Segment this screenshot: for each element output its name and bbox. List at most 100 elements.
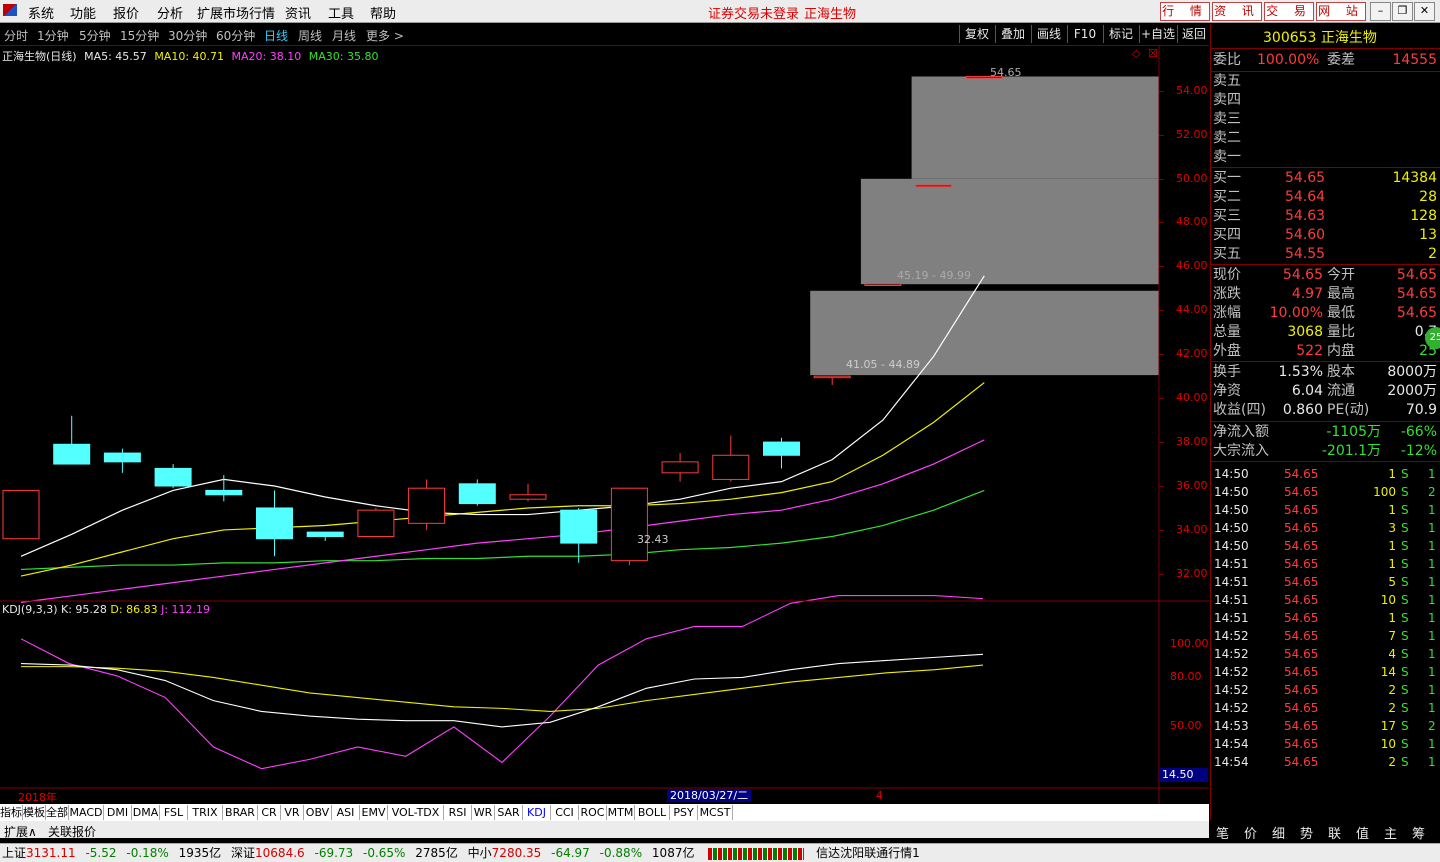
indicator-tab[interactable]: CCI [551,805,579,820]
indicator-tab[interactable]: 指标 [0,805,23,820]
trade-price: 54.65 [1284,521,1319,535]
candle-body[interactable] [357,509,395,538]
nav-news-button[interactable]: 资 讯 [1212,2,1262,21]
trade-volume: 2 [1388,683,1396,697]
period-monthly[interactable]: 月线 [332,27,356,44]
candle-body[interactable] [2,489,40,540]
buy-level-row[interactable]: 买三 54.63 128 [1213,207,1439,226]
candle-body[interactable] [712,454,750,480]
indicator-tab[interactable]: ASI [332,805,360,820]
indicator-tab[interactable]: ROC [579,805,607,820]
period-1min[interactable]: 1分钟 [37,27,69,44]
candle-body[interactable] [205,489,243,496]
indicator-tab[interactable]: WR [472,805,495,820]
indicator-tab[interactable]: 模板 [23,805,46,820]
period-30min[interactable]: 30分钟 [168,27,207,44]
period-60min[interactable]: 60分钟 [216,27,255,44]
quote-tab[interactable]: 势 [1300,823,1313,842]
menu-system[interactable]: 系统 [28,3,54,22]
indicator-tab[interactable]: DMI [104,805,132,820]
expand-button[interactable]: 扩展∧ [4,823,37,840]
indicator-tab[interactable]: EMV [360,805,388,820]
buy-level-row[interactable]: 买五 54.55 2 [1213,245,1439,264]
indicator-tab[interactable]: OBV [304,805,332,820]
candle-body[interactable] [256,507,293,540]
menu-news[interactable]: 资讯 [285,3,311,22]
menu-extended-market[interactable]: 扩展市场行情 [197,3,275,22]
server-label[interactable]: 信达沈阳联通行情1 [816,846,920,860]
indicator-tab[interactable]: MCST [698,805,733,820]
period-5min[interactable]: 5分钟 [79,27,111,44]
candle-body[interactable] [103,452,141,463]
float-badge[interactable]: 25 [1425,327,1440,349]
nav-website-button[interactable]: 网 站 [1316,2,1366,21]
quote-tab[interactable]: 主 [1384,823,1397,842]
related-quote-button[interactable]: 关联报价 [48,823,96,840]
candle-body[interactable] [864,283,902,286]
minimize-icon[interactable]: – [1370,2,1391,21]
candle-body[interactable] [458,483,496,505]
quote-tab[interactable]: 联 [1328,823,1341,842]
menu-tools[interactable]: 工具 [328,3,354,22]
f10-button[interactable]: F10 [1067,25,1102,43]
period-more[interactable]: 更多 > [366,27,404,44]
candle-body[interactable] [306,531,344,538]
period-daily[interactable]: 日线 [264,27,288,44]
quote-tab[interactable]: 细 [1272,823,1285,842]
indicator-tab[interactable]: SAR [495,805,523,820]
period-toolbar: 分时 1分钟 5分钟 15分钟 30分钟 60分钟 日线 周线 月线 更多 > … [0,24,1209,46]
nav-quote-button[interactable]: 行 情 [1160,2,1210,21]
buy-level-row[interactable]: 买四 54.60 13 [1213,226,1439,245]
candle-body[interactable] [763,441,800,456]
buy-level-row[interactable]: 买一 54.65 14384 [1213,169,1439,188]
candle-body[interactable] [408,487,446,524]
candle-body[interactable] [154,467,192,487]
indicator-tab[interactable]: CR [258,805,281,820]
indicator-tab[interactable]: TRIX [188,805,223,820]
zx-amount: 1087亿 [651,846,695,860]
indicator-tab[interactable]: RSI [444,805,472,820]
candle-body[interactable] [53,443,91,465]
indicator-tab[interactable]: BRAR [223,805,258,820]
adjust-button[interactable]: 复权 [959,25,994,43]
add-watchlist-button[interactable]: +自选 [1139,25,1176,43]
quote-tab[interactable]: 值 [1356,823,1369,842]
quote-tab[interactable]: 笔 [1216,823,1229,842]
menu-quote[interactable]: 报价 [113,3,139,22]
indicator-tab[interactable]: MACD [69,805,104,820]
login-notice[interactable]: 证券交易未登录 [708,3,799,22]
candle-body[interactable] [610,487,648,562]
kline-chart[interactable] [0,46,1209,804]
indicator-tab[interactable]: VR [281,805,304,820]
indicator-tab[interactable]: 全部 [46,805,69,820]
quote-tab[interactable]: 价 [1244,823,1257,842]
indicator-tab[interactable]: MTM [607,805,635,820]
mark-button[interactable]: 标记 [1103,25,1138,43]
period-intraday[interactable]: 分时 [4,27,28,44]
candle-body[interactable] [915,184,953,188]
indicator-tab[interactable]: FSL [160,805,188,820]
indicator-tab[interactable]: KDJ [523,805,551,820]
indicator-tab[interactable]: PSY [670,805,698,820]
quote-tab[interactable]: 筹 [1412,823,1425,842]
stock-name: 正海生物 [1320,30,1377,46]
period-weekly[interactable]: 周线 [298,27,322,44]
candle-body[interactable] [813,375,851,379]
period-15min[interactable]: 15分钟 [120,27,159,44]
candle-body[interactable] [509,494,547,500]
candle-body[interactable] [560,509,598,544]
indicator-tab[interactable]: BOLL [635,805,670,820]
draw-line-button[interactable]: 画线 [1031,25,1066,43]
restore-icon[interactable]: ❐ [1392,2,1413,21]
menu-analysis[interactable]: 分析 [157,3,183,22]
back-button[interactable]: 返回 [1177,25,1210,43]
indicator-tab[interactable]: DMA [132,805,160,820]
indicator-tab[interactable]: VOL-TDX [388,805,444,820]
overlay-button[interactable]: 叠加 [995,25,1030,43]
buy-level-row[interactable]: 买二 54.64 28 [1213,188,1439,207]
close-icon[interactable]: ✕ [1414,2,1435,21]
candle-body[interactable] [661,461,699,474]
nav-trade-button[interactable]: 交 易 [1264,2,1314,21]
menu-help[interactable]: 帮助 [370,3,396,22]
menu-function[interactable]: 功能 [70,3,96,22]
